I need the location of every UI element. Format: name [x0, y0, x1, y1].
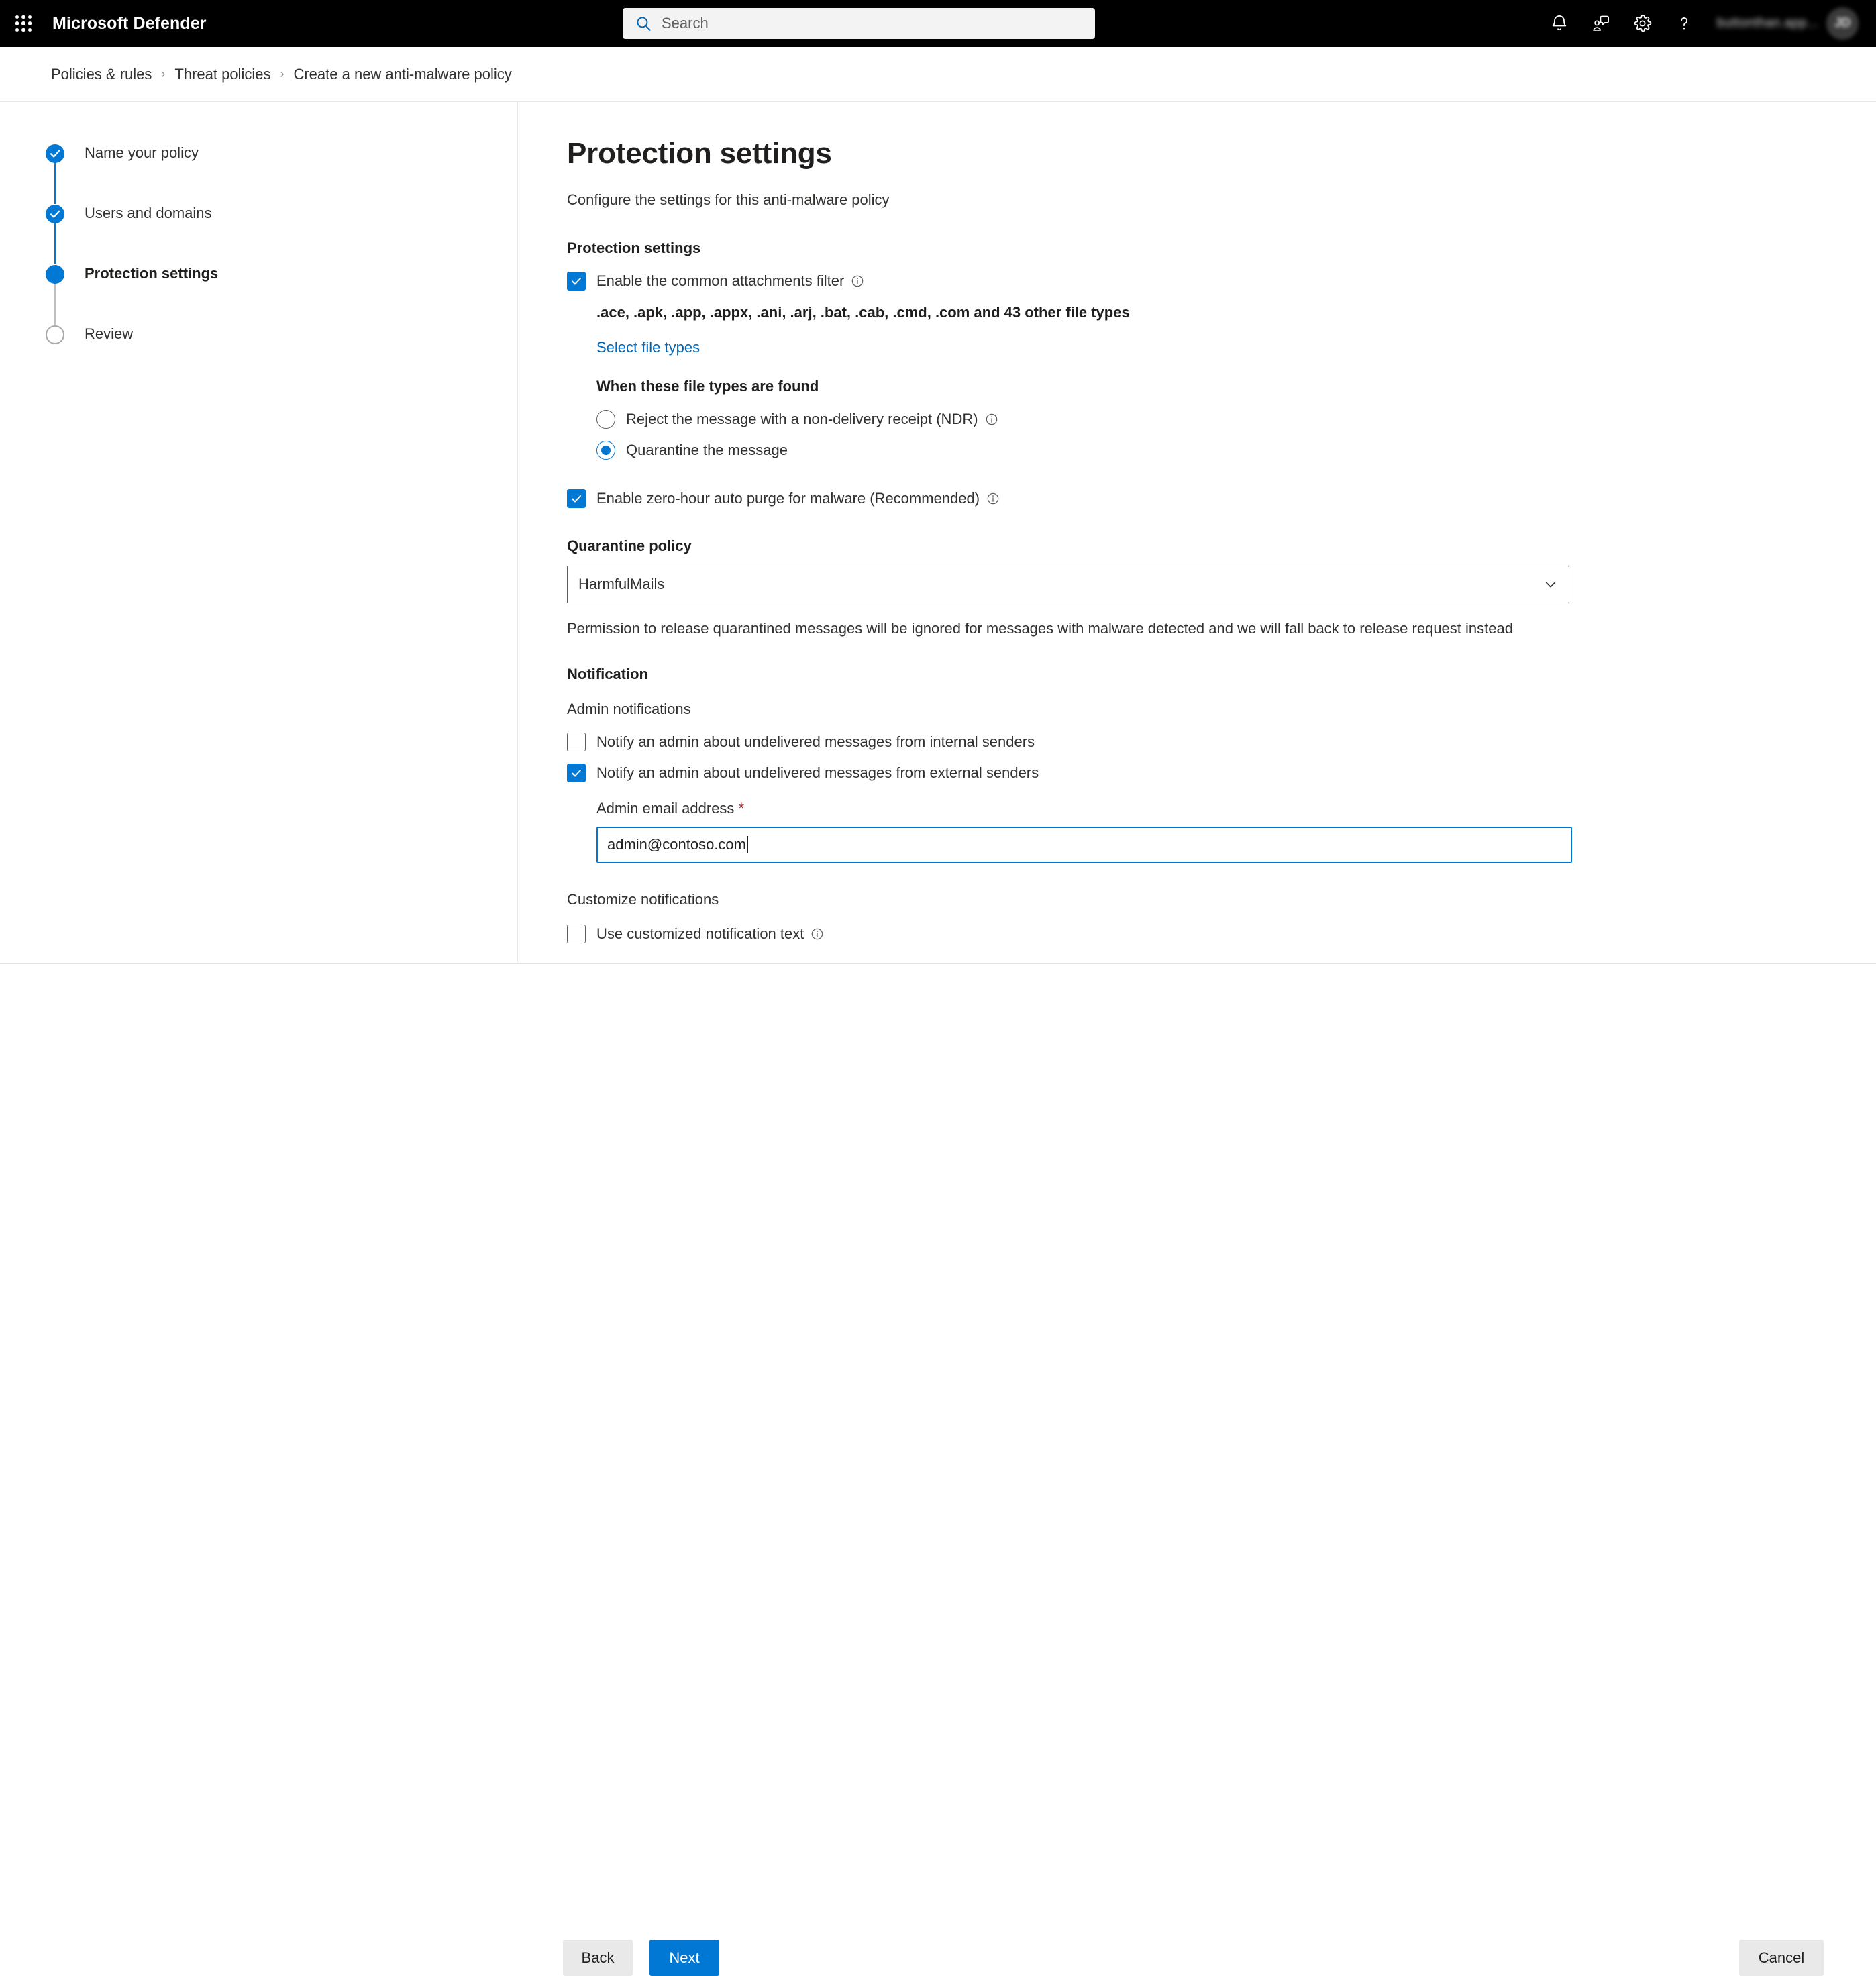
search-input[interactable] — [662, 13, 1037, 34]
chevron-down-icon — [1545, 582, 1556, 588]
admin-notifications-heading: Admin notifications — [567, 700, 691, 718]
notify-internal-senders-checkbox[interactable] — [567, 733, 586, 752]
notify-external-senders-checkbox[interactable] — [567, 764, 586, 783]
wizard-footer: Back Next Cancel — [0, 963, 1876, 1976]
top-navigation-bar: Microsoft Defender Search buttonthan.app… — [0, 0, 1876, 47]
required-field-asterisk: * — [738, 800, 744, 817]
wizard-rail: Name your policy Users and domains Prote… — [0, 102, 518, 962]
admin-email-address-label-wrap: Admin email address * — [596, 800, 1876, 817]
common-attachments-filter-row[interactable]: Enable the common attachments filter — [567, 271, 1876, 291]
select-file-types-link[interactable]: Select file types — [596, 339, 700, 356]
reject-ndr-label-wrap: Reject the message with a non-delivery r… — [626, 410, 998, 429]
notify-internal-senders-label: Notify an admin about undelivered messag… — [596, 733, 1035, 751]
wizard-step-label: Protection settings — [85, 265, 219, 282]
quarantine-message-radio[interactable] — [596, 440, 615, 460]
check-circle-icon — [46, 205, 64, 223]
settings-gear-icon[interactable] — [1622, 0, 1663, 47]
breadcrumb: Policies & rules › Threat policies › Cre… — [0, 47, 1876, 102]
option-quarantine-row[interactable]: Quarantine the message — [596, 440, 1876, 460]
brand-title: Microsoft Defender — [52, 13, 207, 33]
protection-settings-heading: Protection settings — [567, 239, 701, 256]
help-question-icon[interactable] — [1663, 0, 1705, 47]
top-bar-actions: buttonthan.app... JD — [1539, 0, 1876, 47]
breadcrumb-item-policies-rules[interactable]: Policies & rules — [51, 66, 152, 83]
next-button[interactable]: Next — [649, 1940, 719, 1976]
common-attachments-filter-label: Enable the common attachments filter — [596, 272, 845, 289]
reject-ndr-radio[interactable] — [596, 409, 615, 429]
use-customized-notification-text-label: Use customized notification text — [596, 925, 804, 943]
zero-hour-auto-purge-label-wrap: Enable zero-hour auto purge for malware … — [596, 489, 1000, 508]
empty-circle-icon — [46, 325, 64, 344]
current-step-dot-icon — [46, 265, 64, 284]
page-subtitle: Configure the settings for this anti-mal… — [567, 191, 890, 208]
check-circle-icon — [46, 144, 64, 163]
wizard-connector-1 — [54, 162, 56, 204]
common-attachments-filter-label-wrap: Enable the common attachments filter — [596, 272, 864, 291]
info-icon[interactable] — [851, 274, 864, 288]
reject-ndr-label: Reject the message with a non-delivery r… — [626, 410, 978, 427]
quarantine-policy-selected-value: HarmfulMails — [578, 575, 665, 592]
wizard-step-list: Name your policy Users and domains Prote… — [0, 144, 517, 385]
breadcrumb-item-threat-policies[interactable]: Threat policies — [174, 66, 270, 83]
feedback-icon[interactable] — [1580, 0, 1622, 47]
back-button[interactable]: Back — [563, 1940, 633, 1976]
search-icon — [637, 17, 651, 31]
text-cursor — [746, 836, 748, 854]
use-customized-notification-text-label-wrap: Use customized notification text — [596, 925, 824, 943]
breadcrumb-item-current: Create a new anti-malware policy — [293, 65, 512, 83]
wizard-step-users-and-domains[interactable]: Users and domains — [46, 204, 517, 264]
breadcrumb-separator-icon: › — [280, 67, 284, 81]
main-content-panel: Protection settings Configure the settin… — [519, 102, 1876, 962]
info-icon[interactable] — [811, 927, 824, 941]
use-customized-notification-text-checkbox[interactable] — [567, 925, 586, 944]
customize-notifications-heading: Customize notifications — [567, 891, 719, 908]
notifications-bell-icon[interactable] — [1539, 0, 1580, 47]
wizard-connector-3 — [54, 283, 56, 325]
notify-internal-senders-row[interactable]: Notify an admin about undelivered messag… — [567, 733, 1876, 752]
wizard-connector-2 — [54, 223, 56, 264]
zero-hour-auto-purge-checkbox[interactable] — [567, 488, 586, 508]
zero-hour-auto-purge-label: Enable zero-hour auto purge for malware … — [596, 489, 980, 507]
quarantine-message-label: Quarantine the message — [626, 441, 788, 458]
quarantine-policy-help-text: Permission to release quarantined messag… — [567, 619, 1513, 637]
use-customized-notification-text-row[interactable]: Use customized notification text — [567, 925, 1876, 944]
admin-email-address-input[interactable]: admin@contoso.com — [596, 827, 1572, 864]
global-search-box[interactable] — [623, 8, 1095, 39]
account-name[interactable]: buttonthan.app... — [1717, 16, 1818, 31]
file-types-summary: .ace, .apk, .app, .appx, .ani, .arj, .ba… — [596, 303, 1130, 321]
wizard-step-label: Users and domains — [85, 205, 212, 221]
admin-email-address-value: admin@contoso.com — [607, 836, 746, 853]
when-file-types-found-heading: When these file types are found — [596, 377, 819, 395]
wizard-step-review[interactable]: Review — [46, 325, 517, 385]
page-title: Protection settings — [567, 137, 832, 170]
notification-heading: Notification — [567, 666, 648, 683]
common-attachments-filter-checkbox[interactable] — [567, 271, 586, 291]
quarantine-policy-dropdown[interactable]: HarmfulMails — [567, 565, 1569, 603]
wizard-step-label: Name your policy — [85, 144, 199, 161]
app-launcher-waffle-icon[interactable] — [12, 12, 35, 35]
breadcrumb-separator-icon: › — [161, 67, 166, 81]
option-reject-ndr-row[interactable]: Reject the message with a non-delivery r… — [596, 409, 1876, 429]
zero-hour-auto-purge-row[interactable]: Enable zero-hour auto purge for malware … — [567, 488, 1876, 508]
admin-email-address-label: Admin email address — [596, 800, 735, 817]
info-icon[interactable] — [986, 492, 1000, 505]
notify-external-senders-label: Notify an admin about undelivered messag… — [596, 764, 1039, 782]
notify-external-senders-row[interactable]: Notify an admin about undelivered messag… — [567, 764, 1876, 783]
wizard-step-label: Review — [85, 325, 134, 342]
avatar[interactable]: JD — [1826, 7, 1859, 40]
cancel-button[interactable]: Cancel — [1739, 1940, 1824, 1976]
info-icon[interactable] — [985, 413, 998, 426]
quarantine-policy-label: Quarantine policy — [567, 537, 692, 554]
wizard-step-name-your-policy[interactable]: Name your policy — [46, 144, 517, 204]
wizard-step-protection-settings[interactable]: Protection settings — [46, 264, 517, 325]
